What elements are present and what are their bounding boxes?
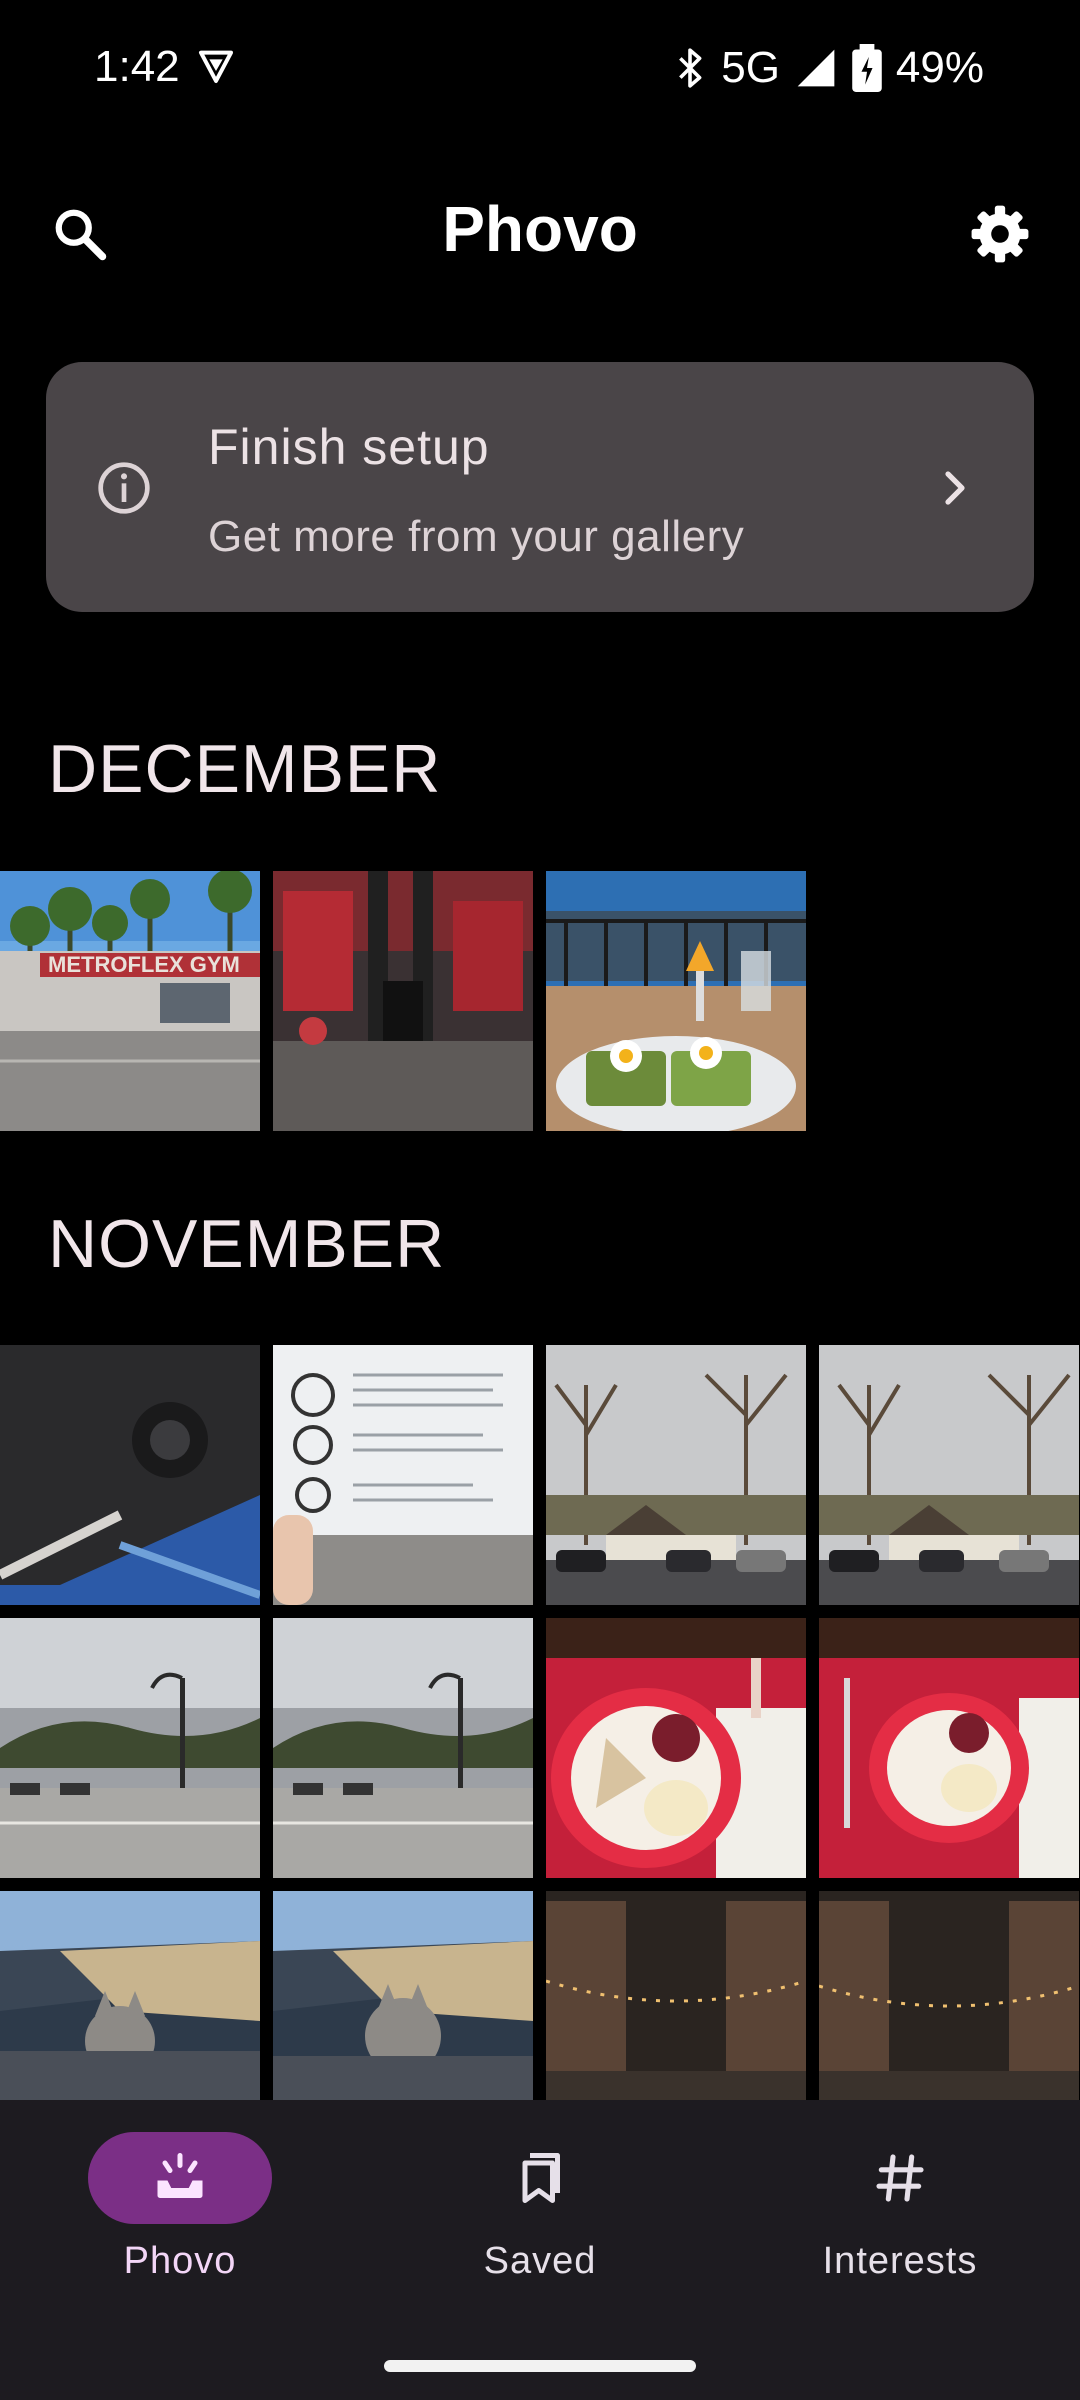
photo-car-part: [0, 1345, 260, 1605]
photo-thumbnail[interactable]: [546, 1618, 806, 1878]
setup-card-subtitle: Get more from your gallery: [208, 512, 745, 561]
photo-thumbnail[interactable]: [819, 1618, 1079, 1878]
photo-trees-lodge: [546, 1345, 806, 1605]
photo-thumbnail[interactable]: METROFLEX GYM: [0, 871, 260, 1131]
photo-dinner-plate: [819, 1618, 1079, 1878]
vpn-shield-icon: [199, 50, 233, 83]
status-icons: 5G 49%: [673, 40, 984, 96]
photo-gym-exterior: METROFLEX GYM: [0, 871, 260, 1131]
nav-icon-holder: [808, 2132, 992, 2224]
nav-label: Interests: [822, 2240, 978, 2282]
nav-item-phovo[interactable]: Phovo: [0, 2132, 360, 2312]
nav-active-indicator: [88, 2132, 272, 2224]
photo-thumbnail[interactable]: [819, 1345, 1079, 1605]
app-bar: Phovo: [0, 160, 1080, 290]
photo-thumbnail[interactable]: [273, 871, 533, 1131]
photo-thumbnail[interactable]: [273, 1618, 533, 1878]
photo-brunch-table: [546, 871, 806, 1131]
bluetooth-icon: [679, 48, 702, 88]
chevron-right-icon: [945, 471, 965, 505]
photo-thumbnail[interactable]: [0, 1618, 260, 1878]
section-heading-december: DECEMBER: [48, 731, 442, 807]
photo-thumbnail[interactable]: [273, 1345, 533, 1605]
bookmark-icon: [522, 2153, 560, 2203]
section-heading-november: NOVEMBER: [48, 1206, 446, 1282]
settings-button[interactable]: [952, 186, 1048, 282]
home-indicator[interactable]: [384, 2360, 696, 2372]
photo-thumbnail[interactable]: [0, 1345, 260, 1605]
hashtag-icon: [876, 2154, 924, 2202]
photo-gym-interior: [273, 871, 533, 1131]
setup-card-title: Finish setup: [208, 419, 490, 475]
photo-document: [273, 1345, 533, 1605]
photo-street-lamp: [0, 1618, 260, 1878]
gear-icon: [971, 205, 1029, 263]
nav-item-interests[interactable]: Interests: [720, 2132, 1080, 2312]
photo-dinner-plate: [546, 1618, 806, 1878]
signal-icon: [797, 49, 835, 87]
finish-setup-card[interactable]: Finish setup Get more from your gallery: [46, 362, 1034, 612]
svg-text:METROFLEX GYM: METROFLEX GYM: [48, 952, 240, 977]
battery-icon: [852, 44, 882, 92]
nav-item-saved[interactable]: Saved: [360, 2132, 720, 2312]
status-time: 1:42: [94, 42, 180, 91]
photo-trees-lodge: [819, 1345, 1079, 1605]
battery-level: 49%: [895, 43, 984, 92]
nav-icon-holder: [448, 2132, 632, 2224]
bottom-navigation: Phovo Saved Interests: [0, 2100, 1080, 2400]
status-bar: 1:42 5G 49%: [0, 0, 1080, 140]
nav-label: Saved: [483, 2240, 597, 2282]
network-label: 5G: [721, 43, 780, 92]
photos-icon: [157, 2153, 203, 2198]
photo-thumbnail[interactable]: [546, 1345, 806, 1605]
info-icon: [98, 462, 150, 514]
nav-label: Phovo: [123, 2240, 237, 2282]
app-title: Phovo: [442, 193, 638, 265]
photo-street-lamp: [273, 1618, 533, 1878]
photo-thumbnail[interactable]: [546, 871, 806, 1131]
